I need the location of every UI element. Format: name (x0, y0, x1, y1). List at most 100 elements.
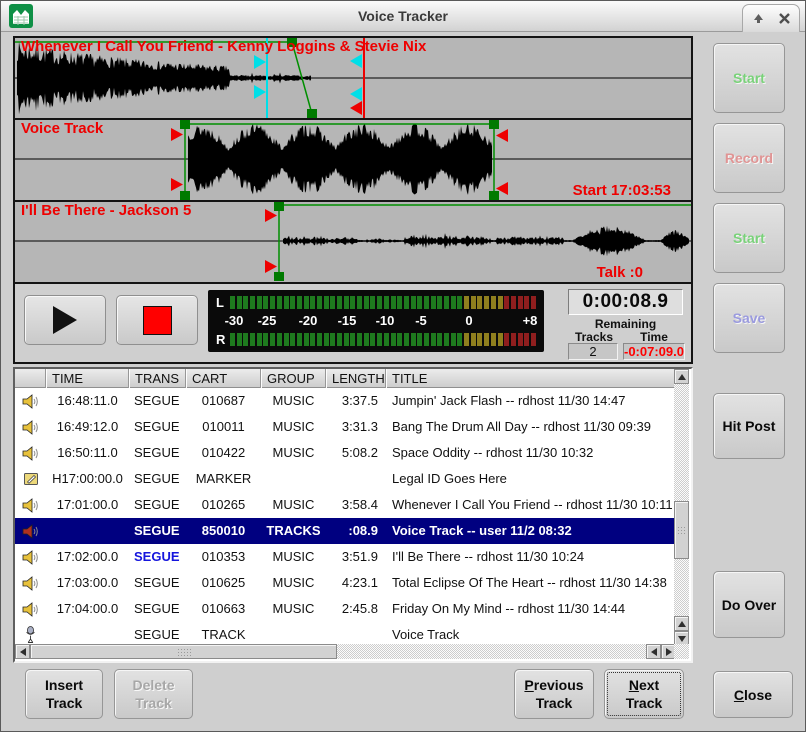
meter-segment (370, 296, 375, 309)
start-next-button[interactable]: Start (713, 203, 785, 273)
do-over-button[interactable]: Do Over (713, 571, 785, 638)
insert-track-button[interactable]: InsertTrack (25, 669, 103, 719)
cell-cart: 010422 (186, 440, 261, 466)
horizontal-scrollbar[interactable] (15, 644, 676, 659)
hscroll-track[interactable] (337, 644, 646, 659)
meter-segment (230, 296, 235, 309)
meter-segment (370, 333, 375, 346)
titlebar[interactable]: Voice Tracker (1, 1, 805, 32)
waveform-track-3[interactable]: I'll Be There - Jackson 5 Talk :0 (15, 202, 691, 284)
scroll-up-button[interactable] (674, 369, 689, 384)
meter-segment (357, 333, 362, 346)
log-row[interactable]: SEGUETRACKVoice Track (15, 622, 676, 646)
waveform-track-1[interactable]: Whenever I Call You Friend - Kenny Loggi… (15, 38, 691, 120)
log-row[interactable]: 17:02:00.0SEGUE010353MUSIC3:51.9I'll Be … (15, 544, 676, 570)
meter-segment (518, 296, 523, 309)
play-button[interactable] (24, 295, 106, 345)
cell-title: Whenever I Call You Friend -- rdhost 11/… (386, 492, 676, 518)
delete-track-button[interactable]: DeleteTrack (114, 669, 193, 719)
meter-segment (237, 333, 242, 346)
microphone-icon (25, 626, 36, 644)
meter-segment (310, 296, 315, 309)
vscroll-track[interactable] (674, 559, 689, 616)
cell-group: MUSIC (261, 414, 326, 440)
meter-segment (417, 296, 422, 309)
meter-segment (524, 333, 529, 346)
log-row[interactable]: H17:00:00.0SEGUEMARKERLegal ID Goes Here (15, 466, 676, 492)
column-header-time[interactable]: TIME (46, 369, 129, 388)
vertical-scrollbar[interactable] (674, 369, 689, 661)
log-row[interactable]: 17:01:00.0SEGUE010265MUSIC3:58.4Whenever… (15, 492, 676, 518)
audio-cart-icon (21, 575, 40, 592)
meter-segment (424, 333, 429, 346)
log-row[interactable]: 17:03:00.0SEGUE010625MUSIC4:23.1Total Ec… (15, 570, 676, 596)
scroll-up-button-2[interactable] (674, 616, 689, 631)
cell-trans: SEGUE (129, 544, 186, 570)
record-button[interactable]: Record (713, 123, 785, 193)
cell-time: 17:01:00.0 (46, 492, 129, 518)
cell-cart: 010625 (186, 570, 261, 596)
meter-scale-label: -15 (338, 313, 357, 328)
remaining-tracks-label: Tracks (568, 330, 620, 344)
track-2-title: Voice Track (21, 120, 103, 137)
meter-segment (518, 333, 523, 346)
thumb-grip (177, 648, 191, 656)
next-track-button[interactable]: NextTrack (604, 669, 684, 719)
column-header-trans[interactable]: TRANS (129, 369, 186, 388)
column-header-cart[interactable]: CART (186, 369, 261, 388)
audio-cart-icon (21, 601, 40, 618)
meter-segment (511, 296, 516, 309)
column-header-title[interactable]: TITLE (386, 369, 676, 388)
stop-icon (143, 306, 172, 335)
scroll-down-icon (678, 636, 686, 642)
close-icon[interactable] (777, 12, 791, 26)
previous-track-button[interactable]: PreviousTrack (514, 669, 594, 719)
log-row[interactable]: 16:49:12.0SEGUE010011MUSIC3:31.3Bang The… (15, 414, 676, 440)
close-button[interactable]: Close (713, 671, 793, 718)
meter-segment (364, 333, 369, 346)
column-header-group[interactable]: GROUP (261, 369, 326, 388)
cell-cart: 010687 (186, 388, 261, 414)
cart-type-icon-cell (15, 622, 46, 646)
cell-cart: 850010 (186, 518, 261, 544)
scrollbar-corner (674, 644, 689, 659)
meter-segment (491, 296, 496, 309)
vscroll-track[interactable] (674, 384, 689, 501)
meter-segment (437, 333, 442, 346)
meter-segment (424, 296, 429, 309)
waveform-track-2[interactable]: Voice Track Start 17:03:53 (15, 120, 691, 202)
cart-type-icon-cell (15, 570, 46, 596)
cell-time: 17:02:00.0 (46, 544, 129, 570)
cell-trans: SEGUE (129, 414, 186, 440)
meter-segment (451, 333, 456, 346)
meter-segment (317, 296, 322, 309)
hit-post-button[interactable]: Hit Post (713, 393, 785, 459)
meter-segment (451, 296, 456, 309)
meter-scale: -30-25-20-15-10-50+8 (208, 313, 544, 328)
thumb-grip (677, 526, 686, 535)
cell-length: 3:58.4 (326, 492, 386, 518)
meter-segment (477, 296, 482, 309)
stop-button[interactable] (116, 295, 198, 345)
column-header-length[interactable]: LENGTH (326, 369, 386, 388)
log-row[interactable]: 16:48:11.0SEGUE010687MUSIC3:37.5Jumpin' … (15, 388, 676, 414)
cell-time (46, 518, 129, 544)
track-3-talk-time: Talk :0 (597, 264, 643, 281)
meter-segment (263, 333, 268, 346)
log-row-selected[interactable]: SEGUE850010TRACKS:08.9Voice Track -- use… (15, 518, 676, 544)
meter-segment (257, 296, 262, 309)
save-button[interactable]: Save (713, 283, 785, 353)
cell-length: 5:08.2 (326, 440, 386, 466)
column-header-icon[interactable] (15, 369, 46, 388)
cell-cart: TRACK (186, 622, 261, 646)
meter-segment (230, 333, 235, 346)
maximize-icon[interactable] (751, 12, 765, 26)
vscroll-thumb[interactable] (674, 501, 689, 559)
log-row[interactable]: 17:04:00.0SEGUE010663MUSIC2:45.8Friday O… (15, 596, 676, 622)
meter-segment (457, 333, 462, 346)
start-segue-button[interactable]: Start (713, 43, 785, 113)
log-row[interactable]: 16:50:11.0SEGUE010422MUSIC5:08.2Space Od… (15, 440, 676, 466)
hscroll-thumb[interactable] (30, 644, 337, 659)
scroll-left-button-2[interactable] (646, 644, 661, 659)
scroll-left-button[interactable] (15, 644, 30, 659)
